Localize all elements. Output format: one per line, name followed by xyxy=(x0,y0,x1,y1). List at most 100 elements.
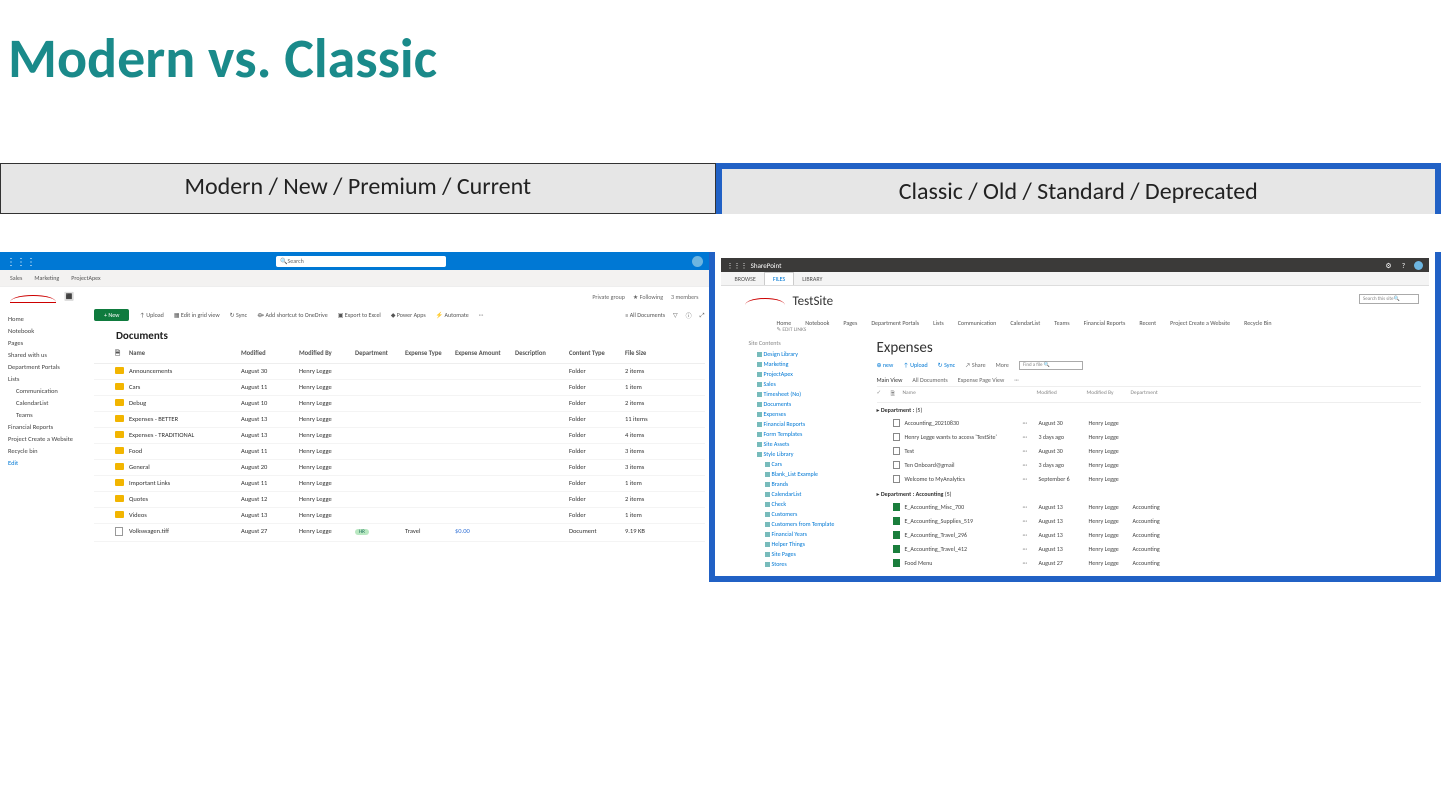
tree-item[interactable]: Form Templates xyxy=(749,429,855,439)
table-row[interactable]: Welcome to MyAnalytics···September 6Henr… xyxy=(877,473,1422,487)
nav-item[interactable]: Home xyxy=(777,319,792,327)
table-row[interactable]: AnnouncementsAugust 30Henry LeggeFolder2… xyxy=(94,364,705,380)
crumb[interactable]: Sales xyxy=(10,274,22,282)
tree-item[interactable]: Blank_List Example xyxy=(749,469,855,479)
table-row[interactable]: FoodAugust 11Henry LeggeFolder3 items xyxy=(94,444,705,460)
nav-item[interactable]: Department Portals xyxy=(871,319,919,327)
nav-item[interactable]: Communication xyxy=(8,385,82,397)
nav-item[interactable]: Pages xyxy=(8,337,82,349)
table-row[interactable]: Accounting_20210830···August 30Henry Leg… xyxy=(877,417,1422,431)
table-row[interactable]: DebugAugust 10Henry LeggeFolder2 items xyxy=(94,396,705,412)
table-row[interactable]: Volkswagen.tiffAugust 27Henry LeggeHRTra… xyxy=(94,524,705,542)
tree-item[interactable]: Timesheet (No) xyxy=(749,389,855,399)
table-row[interactable]: E_Accounting_Travel_296···August 13Henry… xyxy=(877,529,1422,543)
view-tab[interactable]: Main View xyxy=(877,376,903,384)
nav-item[interactable]: Financial Reports xyxy=(1084,319,1126,327)
tree-item[interactable]: Style Library xyxy=(749,449,855,459)
sync-button[interactable]: ↻ Sync xyxy=(938,361,955,370)
table-row[interactable]: CarsAugust 11Henry LeggeFolder1 item xyxy=(94,380,705,396)
tree-item[interactable]: Customers xyxy=(749,509,855,519)
search-input[interactable]: 🔍 Search xyxy=(276,256,446,267)
tree-item[interactable]: Stores xyxy=(749,559,855,569)
nav-item[interactable]: Financial Reports xyxy=(8,421,82,433)
tree-item[interactable]: Sales xyxy=(749,379,855,389)
share-button[interactable]: ↗ Share xyxy=(965,361,985,370)
table-row[interactable]: GeneralAugust 20Henry LeggeFolder3 items xyxy=(94,460,705,476)
site-logo[interactable] xyxy=(10,291,56,303)
tree-item[interactable]: ProjectApex xyxy=(749,369,855,379)
nav-item[interactable]: Communication xyxy=(958,319,997,327)
waffle-icon[interactable]: ⋮⋮⋮ xyxy=(727,261,748,270)
view-more[interactable]: ··· xyxy=(1014,376,1019,384)
table-row[interactable]: Henry Legge wants to access 'TestSite'··… xyxy=(877,431,1422,445)
nav-item[interactable]: Project Create a Website xyxy=(1170,319,1230,327)
view-tab[interactable]: All Documents xyxy=(912,376,947,384)
search-input[interactable]: Search this site 🔍 xyxy=(1359,294,1419,304)
table-row[interactable]: QuotesAugust 12Henry LeggeFolder2 items xyxy=(94,492,705,508)
site-title[interactable]: TestSite xyxy=(793,294,834,309)
tree-item[interactable]: Marketing xyxy=(749,359,855,369)
table-row[interactable]: E_Accounting_Supplies_519···August 13Hen… xyxy=(877,515,1422,529)
info-icon[interactable]: ⓘ xyxy=(686,311,692,320)
ribbon-tab[interactable]: BROWSE xyxy=(727,273,764,285)
nav-item[interactable]: Notebook xyxy=(8,325,82,337)
view-selector[interactable]: ≡ All Documents xyxy=(625,311,665,319)
excel-button[interactable]: ▣ Export to Excel xyxy=(338,311,381,319)
tree-item[interactable]: Financial Years xyxy=(749,529,855,539)
tree-item[interactable]: TeamCalendar xyxy=(749,569,855,570)
nav-item[interactable]: Home xyxy=(8,313,82,325)
nav-item[interactable]: Shared with us xyxy=(8,349,82,361)
powerapps-button[interactable]: ◆ Power Apps xyxy=(391,311,426,319)
nav-item[interactable]: Recent xyxy=(1139,319,1156,327)
grid-button[interactable]: ▦ Edit in grid view xyxy=(174,311,220,319)
tree-item[interactable]: Check xyxy=(749,499,855,509)
table-row[interactable]: Expenses - BETTERAugust 13Henry LeggeFol… xyxy=(94,412,705,428)
upload-button[interactable]: ↑ Upload xyxy=(139,311,163,319)
nav-item[interactable]: Teams xyxy=(8,409,82,421)
site-logo[interactable] xyxy=(745,294,785,305)
avatar[interactable] xyxy=(1414,261,1423,270)
table-row[interactable]: Test···August 30Henry Legge xyxy=(877,445,1422,459)
more-button[interactable]: More xyxy=(996,361,1009,370)
nav-item[interactable]: Lists xyxy=(8,373,82,385)
shortcut-button[interactable]: ⟴ Add shortcut to OneDrive xyxy=(257,311,328,319)
filter-icon[interactable]: ▽ xyxy=(673,311,678,319)
tree-item[interactable]: CalendarList xyxy=(749,489,855,499)
expand-icon[interactable]: ⤢ xyxy=(700,311,705,320)
tree-item[interactable]: Expenses xyxy=(749,409,855,419)
nav-item[interactable]: Department Portals xyxy=(8,361,82,373)
table-row[interactable]: Ten Onboard@gmail···3 days agoHenry Legg… xyxy=(877,459,1422,473)
nav-item[interactable]: Project Create a Website xyxy=(8,433,82,445)
table-row[interactable]: Important LinksAugust 11Henry LeggeFolde… xyxy=(94,476,705,492)
tree-item[interactable]: Site Assets xyxy=(749,439,855,449)
group-header[interactable]: ▸ Department : (5) xyxy=(877,403,1422,417)
nav-edit[interactable]: Edit xyxy=(8,457,82,469)
table-row[interactable]: Food Menu···August 27Henry LeggeAccounti… xyxy=(877,557,1422,570)
nav-item[interactable]: CalendarList xyxy=(8,397,82,409)
help-icon[interactable]: ? xyxy=(1399,261,1408,270)
nav-item[interactable]: Notebook xyxy=(805,319,829,327)
table-row[interactable]: E_Accounting_Misc_700···August 13Henry L… xyxy=(877,501,1422,515)
avatar[interactable] xyxy=(692,256,703,267)
new-button[interactable]: + New xyxy=(94,309,129,321)
tree-item[interactable]: Site Pages xyxy=(749,549,855,559)
tree-item[interactable]: Helper Things xyxy=(749,539,855,549)
table-row[interactable]: E_Accounting_Travel_412···August 13Henry… xyxy=(877,543,1422,557)
nav-item[interactable]: Recycle bin xyxy=(8,445,82,457)
ribbon-tab[interactable]: LIBRARY xyxy=(794,273,830,285)
nav-item[interactable]: CalendarList xyxy=(1010,319,1040,327)
tree-item[interactable]: Customers from Template xyxy=(749,519,855,529)
table-row[interactable]: Expenses - TRADITIONALAugust 13Henry Leg… xyxy=(94,428,705,444)
tree-item[interactable]: Cars xyxy=(749,459,855,469)
group-header[interactable]: ▸ Department : Accounting (5) xyxy=(877,487,1422,501)
waffle-icon[interactable]: ⋮⋮⋮ xyxy=(6,255,36,268)
tree-item[interactable]: Brands xyxy=(749,479,855,489)
automate-button[interactable]: ⚡ Automate xyxy=(436,311,469,319)
find-input[interactable]: Find a file 🔍 xyxy=(1019,361,1083,370)
tree-item[interactable]: Documents xyxy=(749,399,855,409)
ribbon-tab[interactable]: FILES xyxy=(764,272,794,285)
gear-icon[interactable]: ⚙ xyxy=(1384,261,1393,270)
crumb[interactable]: ProjectApex xyxy=(71,274,100,282)
nav-item[interactable]: Teams xyxy=(1054,319,1069,327)
nav-item[interactable]: Recycle Bin xyxy=(1244,319,1271,327)
